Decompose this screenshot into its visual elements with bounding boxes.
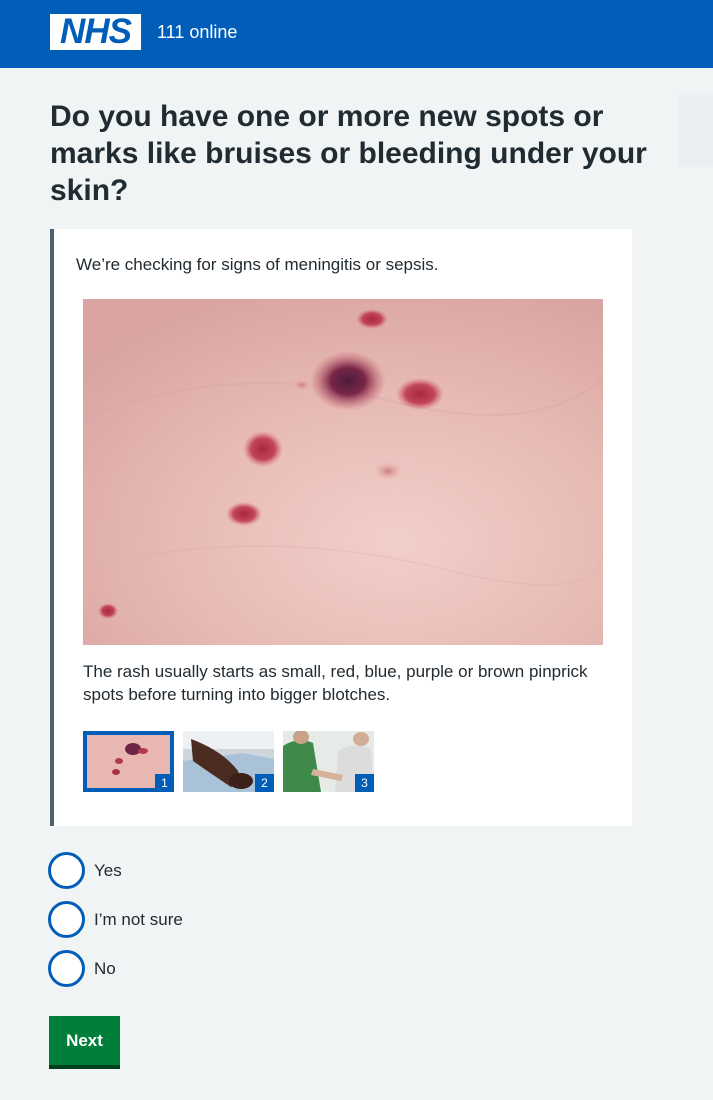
rash-main-image	[83, 299, 603, 645]
radio-yes[interactable]	[48, 852, 85, 889]
next-button[interactable]: Next	[49, 1016, 120, 1069]
thumbnail-2[interactable]: 2	[183, 731, 274, 792]
inset-intro-text: We’re checking for signs of meningitis o…	[76, 255, 439, 274]
rash-caption: The rash usually starts as small, red, b…	[83, 662, 588, 704]
radio-no[interactable]	[48, 950, 85, 987]
option-no-label[interactable]: No	[94, 958, 116, 980]
option-not-sure-label[interactable]: I’m not sure	[94, 909, 183, 931]
site-header: NHS 111 online	[0, 0, 713, 68]
page-edge-strip	[678, 95, 713, 167]
thumbnail-3-number: 3	[355, 774, 374, 792]
service-name: 111 online	[157, 22, 238, 42]
info-inset: We’re checking for signs of meningitis o…	[50, 229, 632, 826]
nhs-logo[interactable]: NHS	[50, 14, 141, 50]
thumbnail-1[interactable]: 1	[83, 731, 174, 792]
question-heading: Do you have one or more new spots or mar…	[50, 100, 647, 207]
thumbnail-1-number: 1	[155, 774, 174, 792]
nhs-logo-text: NHS	[60, 12, 132, 51]
thumbnail-3[interactable]: 3	[283, 731, 374, 792]
radio-not-sure[interactable]	[48, 901, 85, 938]
option-yes-label[interactable]: Yes	[94, 860, 122, 882]
thumbnail-2-number: 2	[255, 774, 274, 792]
